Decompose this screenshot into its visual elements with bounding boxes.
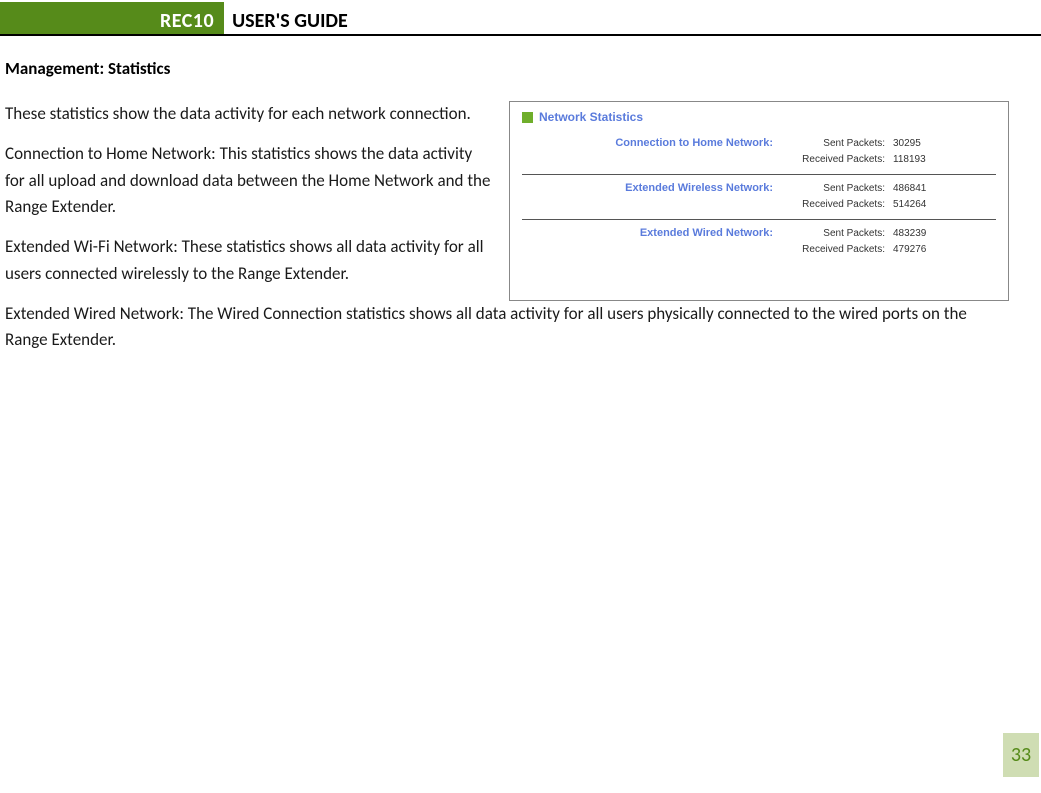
stat-label: Extended Wired Network: bbox=[522, 226, 777, 258]
stat-rows: Sent Packets: 486841 Received Packets: 5… bbox=[777, 181, 996, 213]
page-content: Management: Statistics These statistics … bbox=[0, 36, 1041, 354]
stat-key-sent: Sent Packets: bbox=[777, 181, 885, 197]
panel-title-row: Network Statistics bbox=[522, 110, 996, 124]
stat-block-home: Connection to Home Network: Sent Packets… bbox=[522, 134, 996, 174]
stat-val-sent: 483239 bbox=[893, 226, 926, 242]
stat-row-received: Received Packets: 514264 bbox=[777, 197, 996, 213]
body-row: These statistics show the data activity … bbox=[5, 101, 1009, 301]
stat-val-received: 514264 bbox=[893, 197, 926, 213]
stat-key-received: Received Packets: bbox=[777, 197, 885, 213]
stat-val-received: 118193 bbox=[893, 152, 926, 168]
stat-key-received: Received Packets: bbox=[777, 152, 885, 168]
stat-val-received: 479276 bbox=[893, 242, 926, 258]
stat-key-received: Received Packets: bbox=[777, 242, 885, 258]
paragraph-2: Connection to Home Network: This statist… bbox=[5, 141, 491, 220]
panel-title: Network Statistics bbox=[539, 110, 643, 124]
stat-block-wired: Extended Wired Network: Sent Packets: 48… bbox=[522, 219, 996, 264]
stat-rows: Sent Packets: 483239 Received Packets: 4… bbox=[777, 226, 996, 258]
stat-rows: Sent Packets: 30295 Received Packets: 11… bbox=[777, 136, 996, 168]
panel-square-icon bbox=[522, 112, 533, 123]
stat-val-sent: 30295 bbox=[893, 136, 921, 152]
stat-label: Connection to Home Network: bbox=[522, 136, 777, 168]
stat-label: Extended Wireless Network: bbox=[522, 181, 777, 213]
stat-key-sent: Sent Packets: bbox=[777, 226, 885, 242]
text-column: These statistics show the data activity … bbox=[5, 101, 491, 301]
paragraph-3: Extended Wi-Fi Network: These statistics… bbox=[5, 234, 491, 287]
paragraph-4: Extended Wired Network: The Wired Connec… bbox=[5, 301, 1009, 354]
stat-row-sent: Sent Packets: 483239 bbox=[777, 226, 996, 242]
stat-block-wireless: Extended Wireless Network: Sent Packets:… bbox=[522, 174, 996, 219]
network-statistics-panel: Network Statistics Connection to Home Ne… bbox=[509, 101, 1009, 301]
section-title: Management: Statistics bbox=[5, 58, 1009, 79]
stat-row-sent: Sent Packets: 30295 bbox=[777, 136, 996, 152]
stat-row-received: Received Packets: 118193 bbox=[777, 152, 996, 168]
stat-val-sent: 486841 bbox=[893, 181, 926, 197]
header-product: REC10 bbox=[0, 2, 224, 34]
stat-row-received: Received Packets: 479276 bbox=[777, 242, 996, 258]
paragraph-1: These statistics show the data activity … bbox=[5, 101, 491, 127]
page-header: REC10 USER'S GUIDE bbox=[0, 2, 1041, 36]
stat-key-sent: Sent Packets: bbox=[777, 136, 885, 152]
page-number: 33 bbox=[1003, 733, 1039, 777]
header-title: USER'S GUIDE bbox=[224, 2, 1041, 34]
stat-row-sent: Sent Packets: 486841 bbox=[777, 181, 996, 197]
